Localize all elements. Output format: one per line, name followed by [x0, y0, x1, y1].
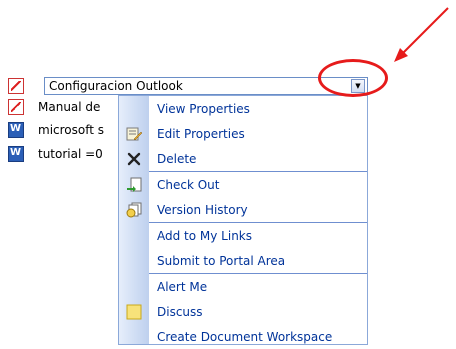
- check-out-icon: [127, 177, 142, 192]
- edit-properties-icon: [126, 127, 142, 141]
- annotation-circle: [318, 59, 388, 97]
- menu-item-label: Create Document Workspace: [157, 329, 333, 344]
- menu-item-version-history[interactable]: Version History: [149, 197, 367, 222]
- menu-item-check-out[interactable]: Check Out: [149, 172, 367, 197]
- menu-item-edit-properties[interactable]: Edit Properties: [149, 121, 367, 146]
- menu-item-label: Alert Me: [157, 279, 208, 294]
- menu-item-label: View Properties: [157, 101, 250, 116]
- menu-item-label: Delete: [157, 151, 197, 166]
- file-row[interactable]: [8, 76, 38, 96]
- pdf-icon: [8, 78, 24, 94]
- menu-item-add-to-my-links[interactable]: Add to My Links: [149, 223, 367, 248]
- menu-item-label: Discuss: [157, 304, 203, 319]
- menu-item-label: Version History: [157, 202, 248, 217]
- menu-item-delete[interactable]: Delete: [149, 146, 367, 171]
- file-row[interactable]: tutorial =0: [8, 144, 110, 164]
- menu-item-submit-to-portal-area[interactable]: Submit to Portal Area: [149, 248, 367, 273]
- file-name[interactable]: microsoft s: [38, 123, 110, 137]
- menu-item-discuss[interactable]: Discuss: [149, 299, 367, 324]
- file-name[interactable]: Configuracion Outlook: [45, 79, 351, 93]
- menu-item-label: Submit to Portal Area: [157, 253, 286, 268]
- file-name[interactable]: Manual de: [38, 100, 110, 114]
- menu-item-label: Check Out: [157, 177, 220, 192]
- menu-item-create-document-workspace[interactable]: Create Document Workspace: [149, 324, 367, 349]
- word-doc-icon: [8, 146, 24, 162]
- menu-item-alert-me[interactable]: Alert Me: [149, 274, 367, 299]
- menu-item-view-properties[interactable]: View Properties: [149, 96, 367, 121]
- file-name[interactable]: tutorial =0: [38, 147, 110, 161]
- version-history-icon: [126, 202, 142, 218]
- menu-item-label: Edit Properties: [157, 126, 245, 141]
- delete-icon: [127, 152, 141, 166]
- annotation-arrow-icon: [394, 7, 449, 62]
- discuss-icon: [126, 304, 142, 320]
- word-doc-icon: [8, 122, 24, 138]
- file-row[interactable]: Manual de: [8, 97, 110, 117]
- file-row[interactable]: microsoft s: [8, 120, 110, 140]
- menu-item-label: Add to My Links: [157, 228, 253, 243]
- pdf-icon: [8, 99, 24, 115]
- item-context-menu: View Properties Edit Properties Delete C…: [118, 95, 368, 345]
